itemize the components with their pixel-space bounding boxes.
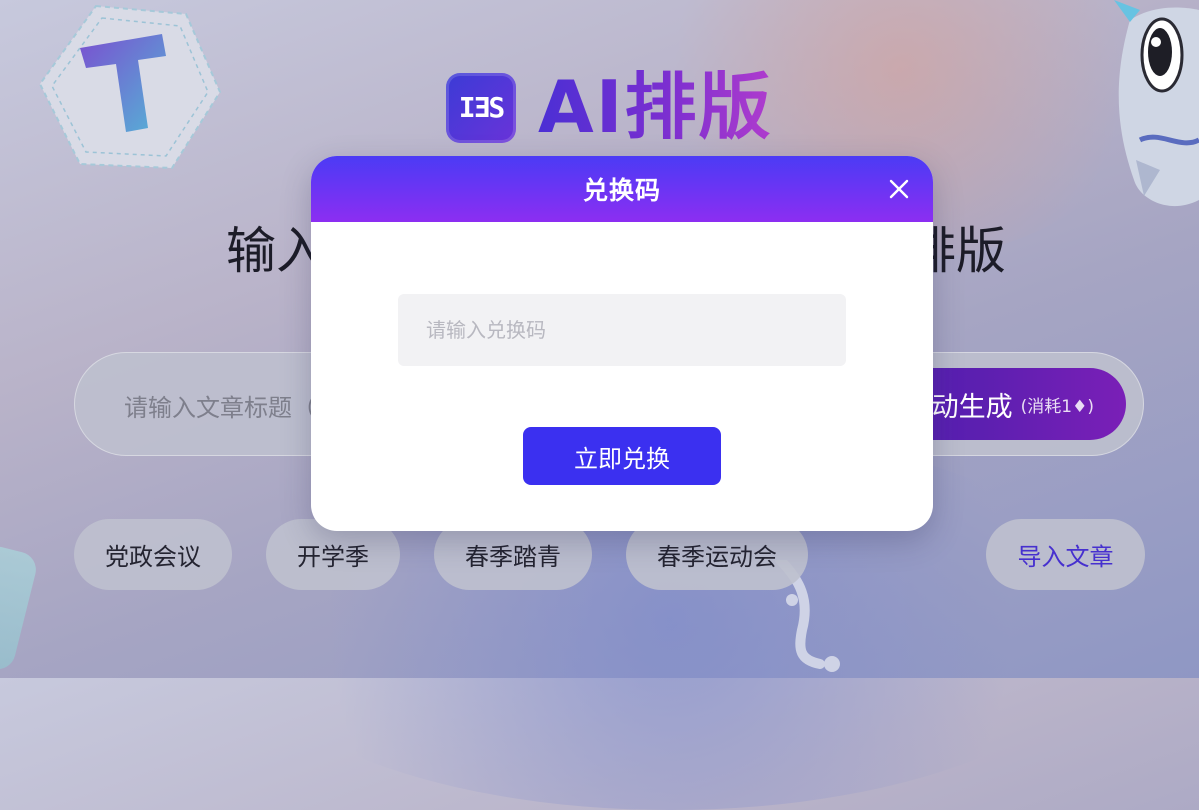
redeem-code-dialog: 兑换码 立即兑换	[311, 156, 933, 531]
redeem-now-button[interactable]: 立即兑换	[523, 427, 721, 485]
close-icon[interactable]	[885, 175, 913, 203]
dialog-header: 兑换码	[311, 156, 933, 222]
dialog-title: 兑换码	[582, 176, 661, 205]
redeem-code-input[interactable]	[398, 294, 846, 366]
